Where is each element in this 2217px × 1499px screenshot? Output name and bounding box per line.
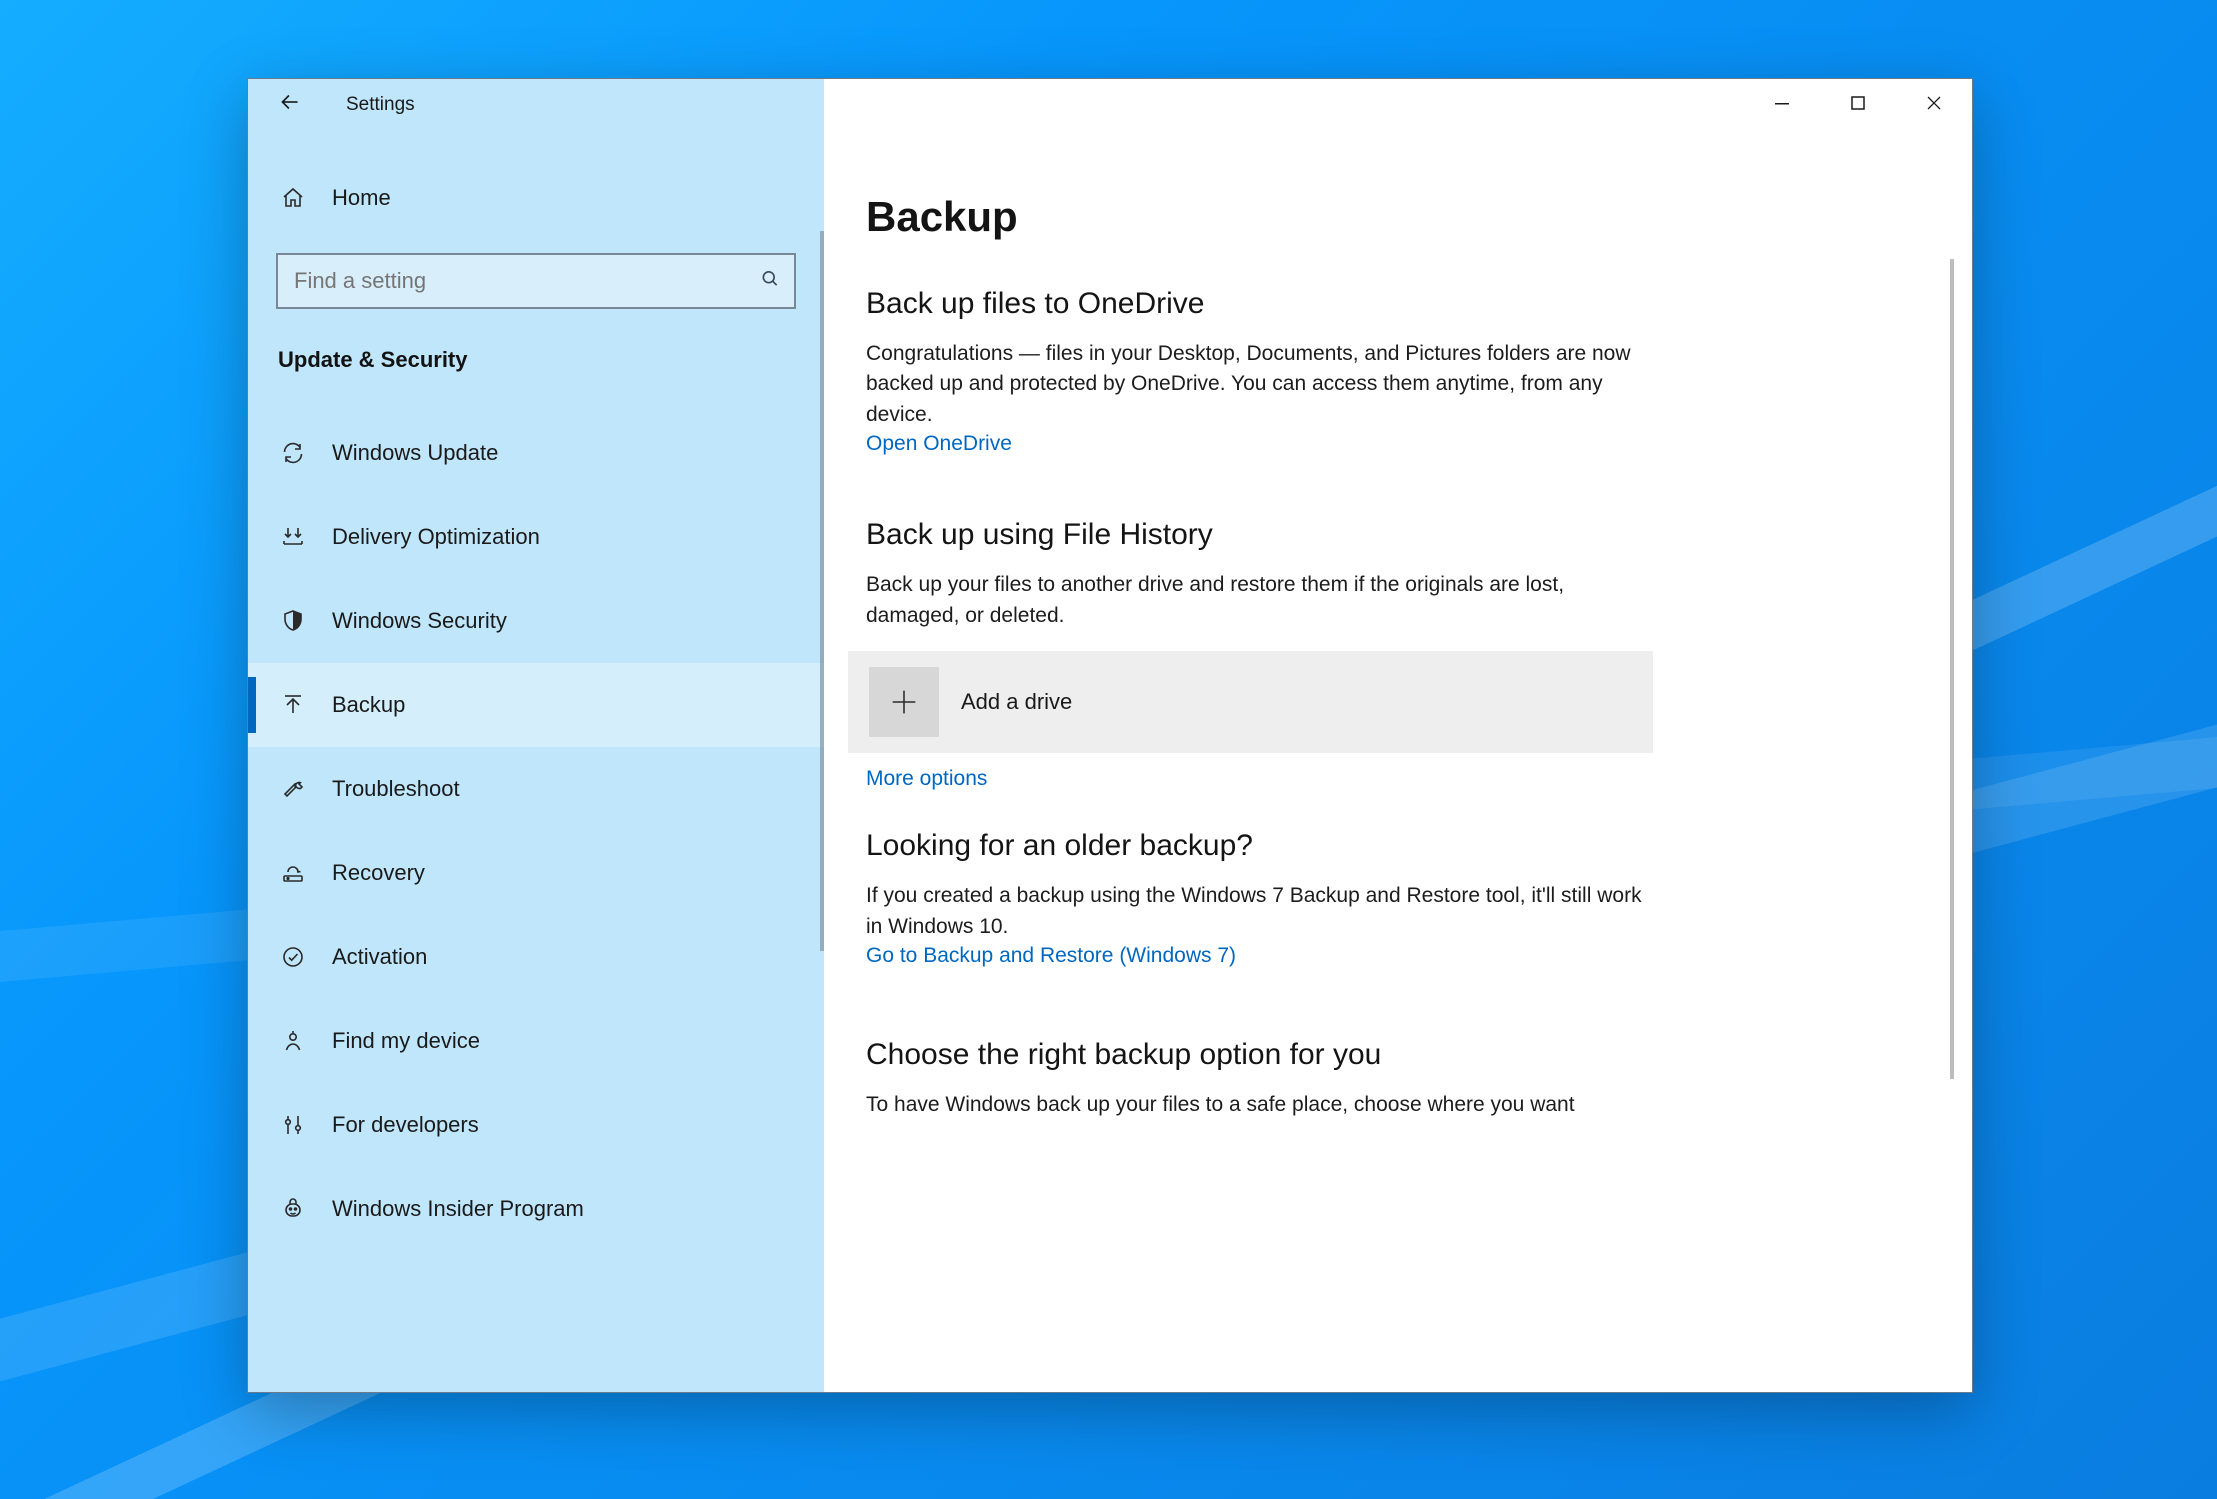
- sidebar-item-label: Find my device: [332, 1028, 480, 1054]
- search-input[interactable]: [276, 253, 796, 309]
- shield-icon: [278, 609, 308, 633]
- sidebar-item-label: Windows Update: [332, 440, 498, 466]
- onedrive-title: Back up files to OneDrive: [866, 287, 1890, 321]
- page-title: Backup: [866, 193, 1890, 241]
- add-drive-button[interactable]: Add a drive: [848, 651, 1653, 753]
- sidebar-category: Update & Security: [248, 327, 824, 399]
- section-onedrive: Back up files to OneDrive Congratulation…: [866, 287, 1890, 456]
- home-label: Home: [332, 185, 391, 211]
- sidebar: Home Update & Security Windows Update Del…: [248, 79, 824, 1392]
- choose-title: Choose the right backup option for you: [866, 1038, 1890, 1072]
- section-file-history: Back up using File History Back up your …: [866, 518, 1890, 791]
- check-circle-icon: [278, 945, 308, 969]
- minimize-button[interactable]: [1744, 79, 1820, 131]
- sidebar-item-windows-update[interactable]: Windows Update: [248, 411, 824, 495]
- sidebar-item-backup[interactable]: Backup: [248, 663, 824, 747]
- minimize-icon: [1774, 95, 1790, 116]
- download-arrows-icon: [278, 525, 308, 549]
- sidebar-item-windows-insider-program[interactable]: Windows Insider Program: [248, 1167, 824, 1251]
- filehistory-body: Back up your files to another drive and …: [866, 570, 1646, 631]
- home-button[interactable]: Home: [248, 171, 824, 225]
- close-icon: [1926, 95, 1942, 116]
- section-choose: Choose the right backup option for you T…: [866, 1038, 1890, 1120]
- maximize-button[interactable]: [1820, 79, 1896, 131]
- bug-face-icon: [278, 1197, 308, 1221]
- choose-body: To have Windows back up your files to a …: [866, 1090, 1646, 1120]
- plus-icon: [869, 667, 939, 737]
- home-icon: [278, 186, 308, 210]
- titlebar[interactable]: Settings: [248, 79, 1972, 131]
- sidebar-item-label: Troubleshoot: [332, 776, 460, 802]
- maximize-icon: [1850, 95, 1866, 116]
- sidebar-item-label: Recovery: [332, 860, 425, 886]
- back-button[interactable]: [262, 79, 318, 131]
- titlebar-left: Settings: [248, 79, 1744, 131]
- open-onedrive-link[interactable]: Open OneDrive: [866, 432, 1012, 456]
- sidebar-item-delivery-optimization[interactable]: Delivery Optimization: [248, 495, 824, 579]
- sidebar-item-for-developers[interactable]: For developers: [248, 1083, 824, 1167]
- more-options-link[interactable]: More options: [866, 767, 987, 791]
- window-controls: [1744, 79, 1972, 131]
- sidebar-item-label: Windows Insider Program: [332, 1196, 584, 1222]
- older-title: Looking for an older backup?: [866, 829, 1890, 863]
- sidebar-item-label: Activation: [332, 944, 427, 970]
- main-pane: Backup Back up files to OneDrive Congrat…: [824, 131, 1972, 1392]
- onedrive-body: Congratulations — files in your Desktop,…: [866, 339, 1646, 430]
- sidebar-item-find-my-device[interactable]: Find my device: [248, 999, 824, 1083]
- main-scrollbar[interactable]: [1950, 259, 1954, 1079]
- sliders-icon: [278, 1113, 308, 1137]
- person-pin-icon: [278, 1029, 308, 1053]
- sidebar-item-activation[interactable]: Activation: [248, 915, 824, 999]
- close-button[interactable]: [1896, 79, 1972, 131]
- sidebar-item-troubleshoot[interactable]: Troubleshoot: [248, 747, 824, 831]
- refresh-icon: [278, 441, 308, 465]
- wrench-icon: [278, 777, 308, 801]
- sidebar-item-windows-security[interactable]: Windows Security: [248, 579, 824, 663]
- sidebar-item-label: Delivery Optimization: [332, 524, 540, 550]
- sidebar-item-label: Windows Security: [332, 608, 507, 634]
- filehistory-title: Back up using File History: [866, 518, 1890, 552]
- back-arrow-icon: [277, 89, 303, 122]
- search-icon: [760, 269, 780, 294]
- window-body: Home Update & Security Windows Update Del…: [248, 131, 1972, 1392]
- window-title: Settings: [346, 94, 415, 116]
- sidebar-item-recovery[interactable]: Recovery: [248, 831, 824, 915]
- settings-window: Settings: [247, 78, 1973, 1393]
- sidebar-item-label: Backup: [332, 692, 405, 718]
- sidebar-item-label: For developers: [332, 1112, 479, 1138]
- search-field-wrap: [276, 253, 796, 309]
- add-drive-label: Add a drive: [961, 689, 1072, 715]
- older-body: If you created a backup using the Window…: [866, 881, 1646, 942]
- sidebar-nav: Windows Update Delivery Optimization Windo…: [248, 411, 824, 1251]
- backup-restore-win7-link[interactable]: Go to Backup and Restore (Windows 7): [866, 944, 1236, 968]
- section-older-backup: Looking for an older backup? If you crea…: [866, 829, 1890, 968]
- arrow-up-line-icon: [278, 693, 308, 717]
- clock-arrow-icon: [278, 861, 308, 885]
